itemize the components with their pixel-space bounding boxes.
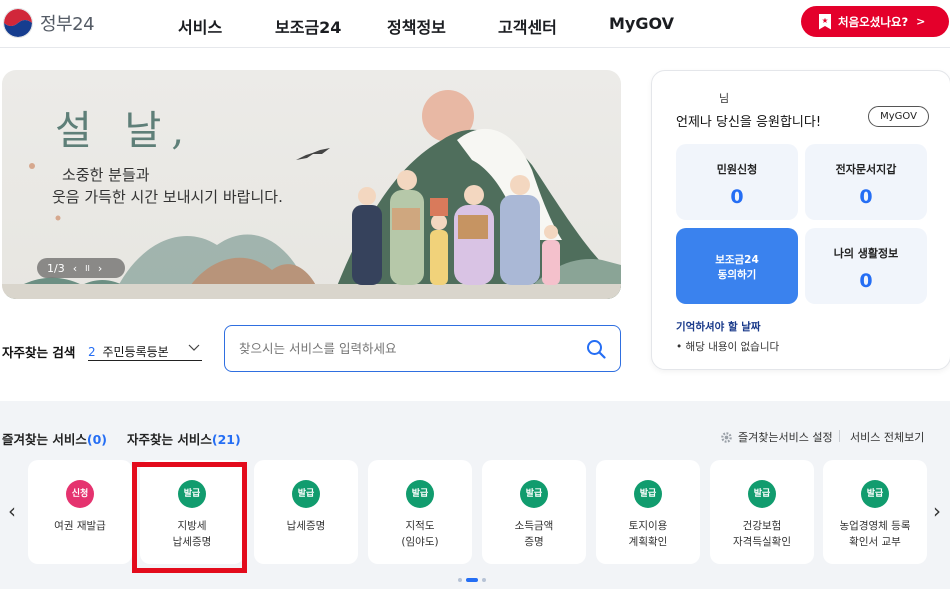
service-card-land-use-plan[interactable]: 발급 토지이용계획확인 xyxy=(596,460,700,564)
nav-policy-info[interactable]: 정책정보 xyxy=(387,14,446,38)
tile-subsidy24-consent[interactable]: 보조금24 동의하기 xyxy=(676,228,798,304)
carousel-next-icon[interactable]: › xyxy=(933,499,941,523)
service-badge-issue: 발급 xyxy=(520,480,548,508)
chevron-down-icon xyxy=(188,341,200,355)
service-card-line2: 증명 xyxy=(524,536,544,548)
main-banner[interactable]: 설 날, 소중한 분들과 웃음 가득한 시간 보내시기 바랍니다. 1/3 ‹ … xyxy=(2,70,621,299)
service-card-cadastral-map[interactable]: 발급 지적도 (임야도) xyxy=(368,460,472,564)
service-card-line2: 자격득실확인 xyxy=(733,536,791,548)
highlight-box xyxy=(132,462,247,573)
tile-label-line1: 보조금24 xyxy=(715,254,759,266)
service-badge-issue: 발급 xyxy=(861,480,889,508)
my-summary-panel: 님 언제나 당신을 응원합니다! MyGOV 민원신청 0 전자문서지갑 0 보… xyxy=(651,70,950,370)
nav-customer-center[interactable]: 고객센터 xyxy=(498,14,557,38)
carousel-dots xyxy=(458,578,486,582)
banner-subtitle-line1: 소중한 분들과 xyxy=(62,166,150,184)
service-card-line1: 농업경영체 등록 xyxy=(839,520,911,532)
services-section: 즐겨찾는 서비스(0) 자주찾는 서비스(21) 즐겨찾는서비스 설정 서비스 … xyxy=(0,401,950,589)
tile-label: 민원신청 xyxy=(716,163,758,176)
nav-mygov[interactable]: MyGOV xyxy=(609,14,674,33)
panel-title: 언제나 당신을 응원합니다! xyxy=(676,115,822,130)
banner-pause-icon[interactable]: II xyxy=(85,264,90,273)
service-card-income-certificate[interactable]: 발급 소득금액증명 xyxy=(482,460,586,564)
banner-title: 설 날, xyxy=(55,108,195,154)
tile-value: 0 xyxy=(859,270,873,292)
tile-civil-application[interactable]: 민원신청 0 xyxy=(676,144,798,220)
divider xyxy=(839,430,840,442)
frequent-services-count: (21) xyxy=(211,432,241,447)
top-header: 정부24 서비스 보조금24 정책정보 고객센터 MyGOV 처음오셨나요? > xyxy=(0,0,950,48)
tile-label: 전자문서지갑 xyxy=(835,163,897,176)
bookmark-star-icon xyxy=(819,13,831,30)
frequent-search-rank: 2 xyxy=(88,345,96,359)
logo-text: 정부24 xyxy=(40,14,95,35)
service-card-line1: 토지이용 xyxy=(628,520,668,532)
frequent-services-label: 자주찾는 서비스 xyxy=(127,432,212,447)
service-badge-apply: 신청 xyxy=(66,480,94,508)
carousel-dot[interactable] xyxy=(482,578,486,582)
search-box xyxy=(224,325,621,372)
remember-empty-text: 해당 내용이 없습니다 xyxy=(685,341,780,353)
nav-subsidy24[interactable]: 보조금24 xyxy=(275,14,341,38)
service-card-farm-registration[interactable]: 발급 농업경영체 등록확인서 교부 xyxy=(823,460,927,564)
gear-icon xyxy=(721,431,732,443)
tile-e-document-wallet[interactable]: 전자문서지갑 0 xyxy=(805,144,927,220)
tile-label: 나의 생활정보 xyxy=(833,247,899,260)
favorite-services-tab[interactable]: 즐겨찾는 서비스(0) xyxy=(2,429,107,448)
government-emblem-icon xyxy=(2,7,34,39)
search-icon[interactable] xyxy=(586,339,606,359)
favorite-services-setting-label: 즐겨찾는서비스 설정 xyxy=(738,431,833,444)
carousel-prev-icon[interactable]: ‹ xyxy=(8,499,16,523)
service-card-health-insurance[interactable]: 발급 건강보험자격득실확인 xyxy=(710,460,814,564)
service-badge-issue: 발급 xyxy=(634,480,662,508)
tile-value: 0 xyxy=(859,186,873,208)
banner-prev-icon[interactable]: ‹ xyxy=(73,262,77,275)
service-badge-issue: 발급 xyxy=(748,480,776,508)
panel-user-name: 님 xyxy=(719,92,730,105)
logo[interactable]: 정부24 xyxy=(2,7,95,39)
service-badge-issue: 발급 xyxy=(406,480,434,508)
search-input[interactable] xyxy=(239,338,569,358)
nav-services[interactable]: 서비스 xyxy=(178,14,222,38)
favorite-services-label: 즐겨찾는 서비스 xyxy=(2,432,87,447)
banner-page-indicator: 1/3 xyxy=(47,261,65,275)
view-all-services-link[interactable]: 서비스 전체보기 xyxy=(850,429,924,445)
carousel-dot-active[interactable] xyxy=(466,578,478,582)
carousel-dot[interactable] xyxy=(458,578,462,582)
first-visit-label: 처음오셨나요? xyxy=(838,14,909,29)
banner-subtitle-line2: 웃음 가득한 시간 보내시기 바랍니다. xyxy=(52,188,283,206)
frequent-search-label: 자주찾는 검색 xyxy=(2,345,76,360)
service-card-line1: 납세증명 xyxy=(286,520,326,532)
tile-label-line2: 동의하기 xyxy=(717,269,757,281)
frequent-services-tab[interactable]: 자주찾는 서비스(21) xyxy=(127,429,241,448)
first-visit-button[interactable]: 처음오셨나요? > xyxy=(801,6,949,37)
service-card-line2: 확인서 교부 xyxy=(849,536,901,548)
remember-dates-title[interactable]: 기억하셔야 할 날짜 xyxy=(676,319,761,334)
frequent-search-select[interactable]: 2 주민등록등본 xyxy=(88,337,202,361)
service-card-line1: 여권 재발급 xyxy=(54,520,106,532)
service-card-line2: (임야도) xyxy=(401,536,439,548)
service-card-line1: 소득금액 xyxy=(514,520,554,532)
service-card-line2: 계획확인 xyxy=(628,536,668,548)
service-card-passport-reissue[interactable]: 신청 여권 재발급 xyxy=(28,460,132,564)
tile-my-life-info[interactable]: 나의 생활정보 0 xyxy=(805,228,927,304)
chevron-right-icon: > xyxy=(916,15,926,28)
favorite-services-setting[interactable]: 즐겨찾는서비스 설정 xyxy=(720,429,833,445)
service-card-line1: 건강보험 xyxy=(742,520,782,532)
banner-next-icon[interactable]: › xyxy=(98,262,102,275)
service-card-tax-certificate[interactable]: 발급 납세증명 xyxy=(254,460,358,564)
service-badge-issue: 발급 xyxy=(292,480,320,508)
favorite-services-count: (0) xyxy=(86,432,107,447)
banner-pager: 1/3 ‹ II › xyxy=(37,258,125,278)
mygov-button[interactable]: MyGOV xyxy=(868,106,929,127)
service-card-line1: 지적도 xyxy=(405,520,435,532)
remember-dates-empty: • 해당 내용이 없습니다 xyxy=(676,341,780,353)
frequent-search-value: 주민등록등본 xyxy=(102,345,169,359)
tile-value: 0 xyxy=(730,186,744,208)
